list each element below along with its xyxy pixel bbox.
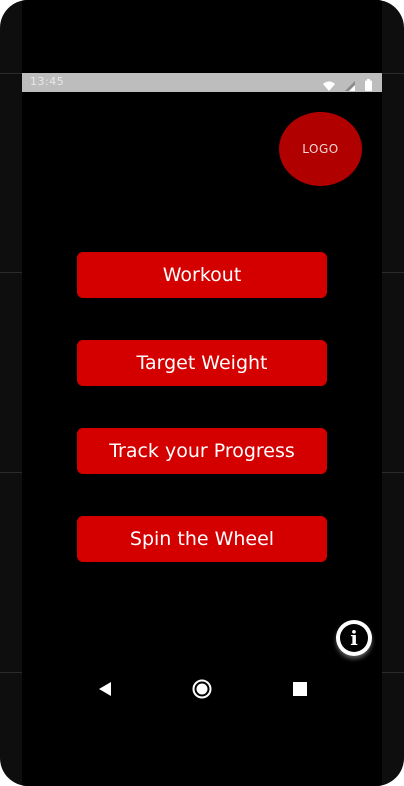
- signal-icon: [345, 76, 355, 95]
- home-icon[interactable]: [191, 678, 213, 700]
- bezel-divider: [0, 272, 22, 273]
- device-frame: 13:45 LOGO Workout Target Weight Track y…: [0, 0, 404, 786]
- logo: LOGO: [279, 112, 362, 186]
- target-weight-button-label: Target Weight: [136, 352, 268, 374]
- wifi-icon: [323, 76, 335, 95]
- status-time: 13:45: [30, 75, 65, 88]
- bezel-divider: [382, 472, 404, 473]
- info-icon: i: [340, 624, 368, 652]
- bezel-divider: [0, 472, 22, 473]
- bezel-divider: [0, 73, 22, 74]
- app-screen: 13:45 LOGO Workout Target Weight Track y…: [22, 0, 382, 786]
- track-progress-button[interactable]: Track your Progress: [77, 428, 327, 474]
- battery-icon: [365, 76, 372, 95]
- back-icon[interactable]: [94, 678, 116, 700]
- track-progress-button-label: Track your Progress: [109, 440, 295, 462]
- status-bar: 13:45: [22, 73, 382, 92]
- navigation-bar: [22, 670, 382, 708]
- status-icons: [323, 76, 372, 95]
- workout-button-label: Workout: [162, 264, 242, 286]
- spin-wheel-button-label: Spin the Wheel: [129, 528, 275, 550]
- recents-icon[interactable]: [289, 678, 311, 700]
- spin-wheel-button[interactable]: Spin the Wheel: [77, 516, 327, 562]
- info-glyph: i: [350, 626, 358, 650]
- target-weight-button[interactable]: Target Weight: [77, 340, 327, 386]
- bezel-divider: [382, 73, 404, 74]
- info-button[interactable]: i: [336, 620, 372, 656]
- logo-label: LOGO: [302, 142, 339, 156]
- bezel-divider: [382, 272, 404, 273]
- bezel-divider: [0, 672, 22, 673]
- bezel-divider: [382, 672, 404, 673]
- workout-button[interactable]: Workout: [77, 252, 327, 298]
